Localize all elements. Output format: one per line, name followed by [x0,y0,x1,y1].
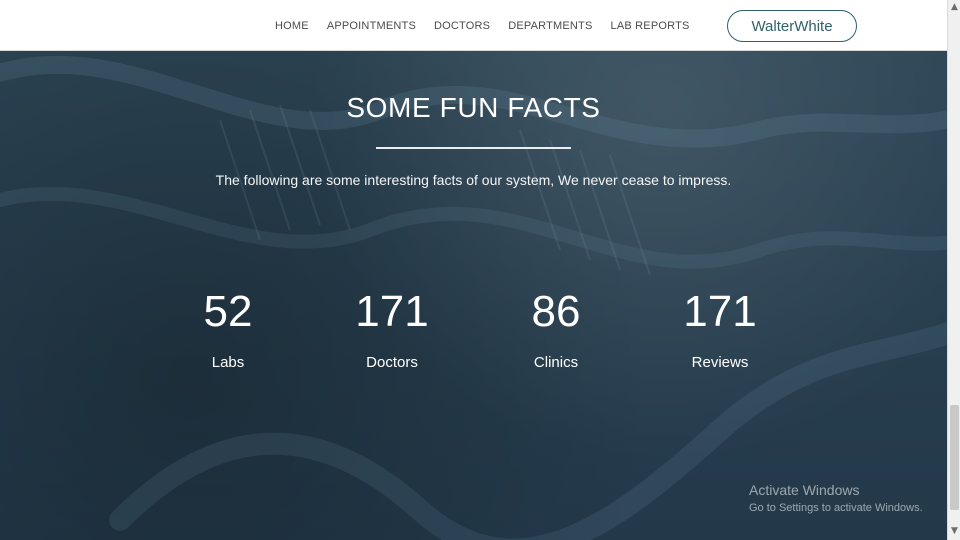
stat-label: Labs [211,354,245,371]
windows-activation-subtitle: Go to Settings to activate Windows. [749,502,923,514]
section-title: SOME FUN FACTS [346,92,601,123]
stat-labs: 52 Labs [153,287,303,372]
vertical-scrollbar[interactable]: ▲ ▼ [947,0,960,540]
scroll-up-arrow-icon[interactable]: ▲ [950,3,959,12]
background-image [0,0,947,540]
stat-label: Clinics [533,354,579,371]
stat-reviews: 171 Reviews [645,287,795,372]
nav-lab-reports-link[interactable]: LAB REPORTS [611,20,690,32]
user-name-label: WalterWhite [751,17,833,35]
title-underline [376,147,571,149]
section-subtitle: The following are some interesting facts… [215,172,732,188]
nav-home-link[interactable]: HOME [275,20,309,32]
stat-value: 171 [355,287,429,336]
stat-value: 171 [683,287,757,336]
user-profile-button[interactable]: WalterWhite [727,10,857,42]
nav-departments-link[interactable]: DEPARTMENTS [508,20,592,32]
scrollbar-thumb[interactable] [950,405,959,510]
top-navigation-bar: HOME APPOINTMENTS DOCTORS DEPARTMENTS LA… [0,0,947,51]
stat-value: 86 [531,287,581,336]
stat-value: 52 [203,287,253,336]
stat-clinics: 86 Clinics [481,287,631,372]
stat-label: Reviews [691,354,749,371]
stat-doctors: 171 Doctors [317,287,467,372]
main-nav: HOME APPOINTMENTS DOCTORS DEPARTMENTS LA… [275,20,690,32]
dna-illustration [0,55,947,540]
stat-label: Doctors [366,354,418,371]
windows-activation-watermark: Activate Windows Go to Settings to activ… [749,482,923,514]
scroll-down-arrow-icon[interactable]: ▼ [950,527,959,536]
nav-doctors-link[interactable]: DOCTORS [434,20,490,32]
nav-appointments-link[interactable]: APPOINTMENTS [327,20,416,32]
windows-activation-title: Activate Windows [749,482,860,498]
